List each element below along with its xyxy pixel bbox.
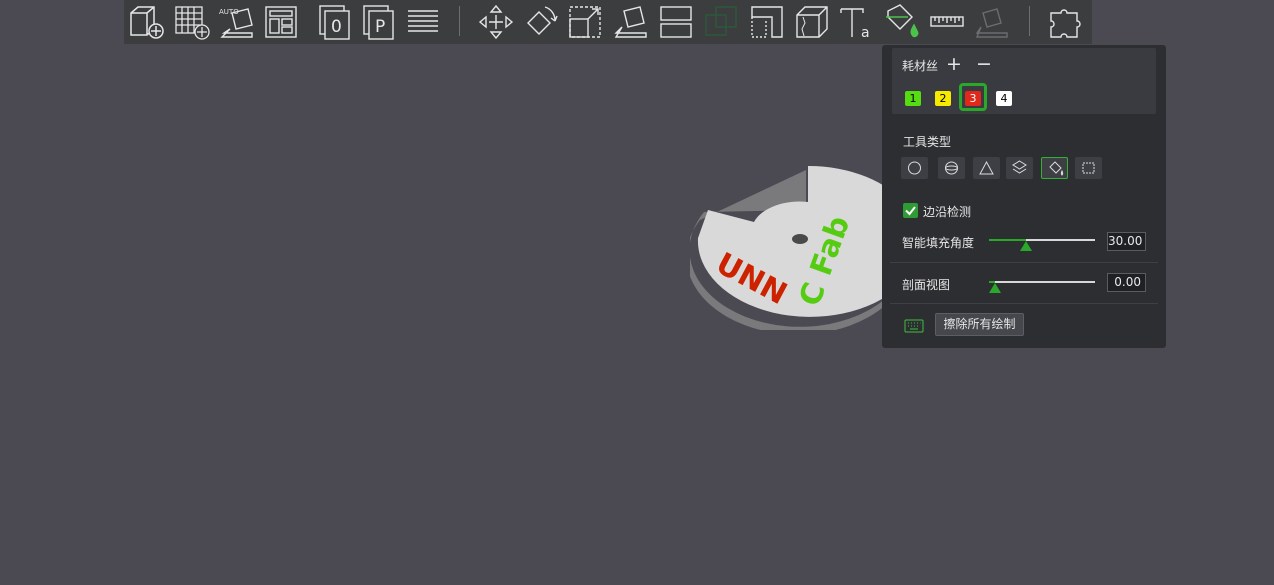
smart-fill-angle-input[interactable]: 30.00	[1107, 232, 1146, 251]
add-object-icon[interactable]	[128, 3, 166, 41]
split-icon[interactable]	[657, 3, 695, 41]
section-view-label: 剖面视图	[902, 278, 951, 292]
section-view-input[interactable]: 0.00	[1107, 273, 1146, 292]
rotate-icon[interactable]	[521, 3, 559, 41]
boolean-icon[interactable]	[702, 3, 740, 41]
keyboard-shortcuts-icon[interactable]	[904, 319, 924, 333]
layers-icon[interactable]	[404, 3, 442, 41]
top-toolbar: AUTO 0 P a	[124, 0, 1092, 44]
move-icon[interactable]	[477, 3, 515, 41]
cut-icon[interactable]	[748, 3, 786, 41]
auto-orient-icon[interactable]: AUTO	[218, 3, 256, 41]
section-view-slider-thumb[interactable]	[989, 283, 1001, 293]
edge-detect-checkbox[interactable]	[903, 203, 918, 218]
svg-text:P: P	[375, 17, 385, 37]
filament-swatch-1[interactable]: 1	[905, 91, 921, 106]
support-paint-icon[interactable]	[793, 3, 831, 41]
filament-swatch-4[interactable]: 4	[996, 91, 1012, 106]
sphere-brush-icon[interactable]	[938, 157, 965, 179]
divider	[890, 262, 1158, 263]
svg-text:a: a	[861, 25, 870, 41]
divider	[890, 303, 1158, 304]
add-filament-button[interactable]: +	[946, 52, 962, 76]
text-tool-icon[interactable]: a	[837, 3, 875, 41]
toolbar-separator	[459, 6, 460, 36]
filament-swatch-2[interactable]: 2	[935, 91, 951, 106]
tool-type-label: 工具类型	[903, 135, 952, 149]
color-paint-icon[interactable]	[882, 3, 920, 41]
circle-brush-icon[interactable]	[901, 157, 928, 179]
height-range-icon[interactable]	[1006, 157, 1033, 179]
assembly-icon[interactable]	[973, 3, 1011, 41]
smart-fill-slider-thumb[interactable]	[1020, 241, 1032, 251]
arrange-icon[interactable]	[262, 3, 300, 41]
smart-fill-angle-label: 智能填充角度	[902, 236, 975, 250]
triangle-brush-icon[interactable]	[973, 157, 1000, 179]
lay-on-face-icon[interactable]	[612, 3, 650, 41]
filament-title: 耗材丝	[902, 59, 939, 73]
fill-bucket-icon[interactable]	[1041, 157, 1068, 179]
section-view-slider-track[interactable]	[989, 281, 1095, 283]
filament-section: 耗材丝 + − 1 2 3 4	[892, 48, 1156, 114]
plugin-puzzle-icon[interactable]	[1047, 3, 1085, 41]
add-plate-icon[interactable]	[173, 3, 211, 41]
remove-filament-button[interactable]: −	[976, 52, 992, 76]
filament-swatch-3[interactable]: 3	[965, 91, 981, 106]
measure-icon[interactable]	[928, 3, 966, 41]
slice-plate-0-icon[interactable]: 0	[316, 3, 354, 41]
toolbar-separator	[1029, 6, 1030, 36]
svg-text:0: 0	[331, 17, 342, 37]
scale-icon[interactable]	[566, 3, 604, 41]
gap-fill-icon[interactable]	[1075, 157, 1102, 179]
slice-plate-p-icon[interactable]: P	[360, 3, 398, 41]
color-paint-panel: 耗材丝 + − 1 2 3 4 工具类型 边沿检测 智能填充角度 30.00 剖…	[882, 45, 1166, 348]
erase-all-painting-button[interactable]: 擦除所有绘制	[935, 313, 1024, 336]
edge-detect-label: 边沿检测	[923, 205, 972, 219]
